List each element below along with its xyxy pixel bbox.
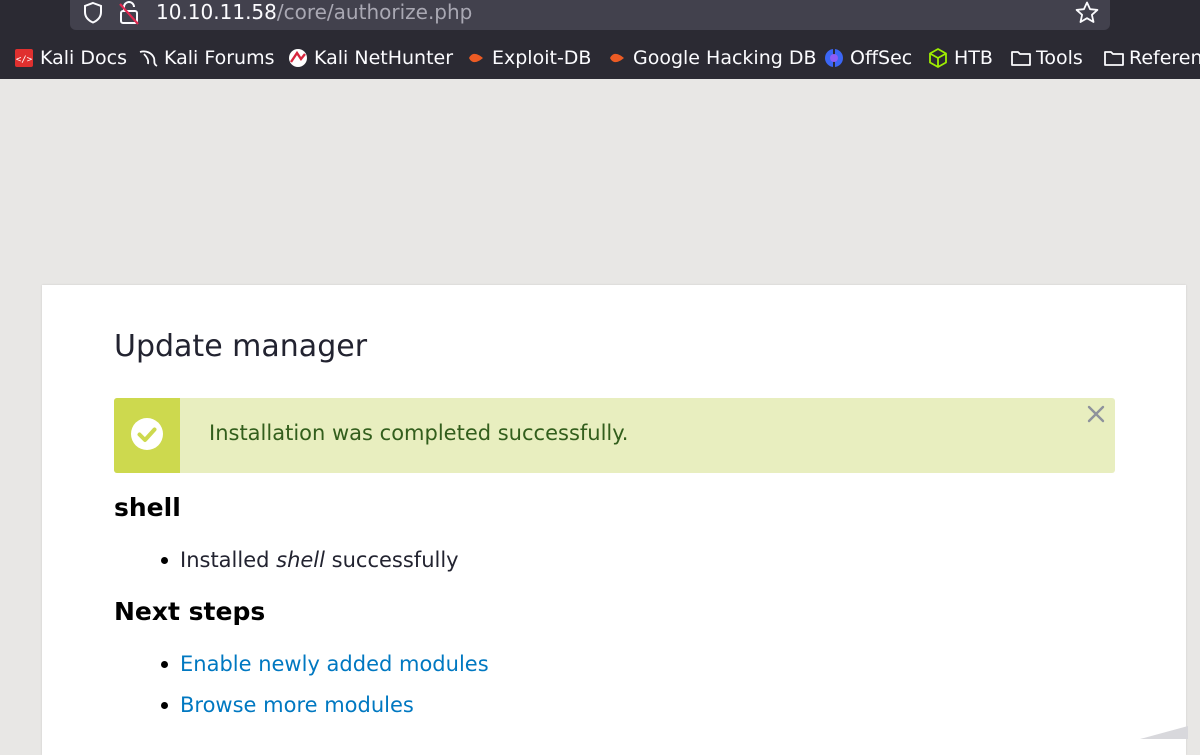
bookmark-google-hacking-db[interactable]: Google Hacking DB	[607, 40, 817, 76]
folder-icon	[1103, 48, 1124, 68]
bookmark-kali-nethunter[interactable]: Kali NetHunter	[288, 40, 453, 76]
status-message-text: Installation was completed successfully.	[209, 421, 629, 445]
url-text[interactable]: 10.10.11.58/core/authorize.php	[156, 0, 472, 25]
bookmark-label: Referen	[1129, 47, 1200, 69]
bookmark-label: Kali Forums	[164, 47, 275, 69]
bookmark-label: Tools	[1036, 47, 1083, 69]
page-title: Update manager	[114, 329, 368, 364]
bookmark-label: Exploit-DB	[492, 47, 592, 69]
bookmark-label: OffSec	[850, 47, 913, 69]
bookmarks-toolbar: </> Kali Docs Kali Forums Kali NetHunter…	[0, 40, 1200, 76]
install-results-list: Installed shell successfully	[114, 546, 459, 587]
status-icon-box	[114, 398, 180, 473]
bookmark-offsec[interactable]: OffSec	[824, 40, 912, 76]
module-heading: shell	[114, 493, 181, 522]
enable-modules-link[interactable]: Enable newly added modules	[180, 652, 489, 676]
address-bar[interactable]: 10.10.11.58/core/authorize.php	[70, 0, 1110, 30]
svg-text:</>: </>	[16, 55, 33, 65]
bookmark-folder-reference[interactable]: Referen	[1103, 40, 1200, 76]
status-message: Installation was completed successfully.	[114, 398, 1115, 473]
next-steps-list: Enable newly added modules Browse more m…	[114, 650, 489, 732]
next-steps-heading: Next steps	[114, 597, 266, 626]
result-prefix: Installed	[180, 548, 277, 572]
browse-modules-link[interactable]: Browse more modules	[180, 693, 414, 717]
tracking-shield-icon[interactable]	[82, 1, 104, 25]
kali-docs-icon: </>	[14, 48, 34, 68]
bookmark-label: Google Hacking DB	[633, 47, 817, 69]
offsec-icon	[824, 48, 844, 68]
bookmark-kali-docs[interactable]: </> Kali Docs	[14, 40, 127, 76]
bookmark-htb[interactable]: HTB	[928, 40, 993, 76]
bookmark-kali-forums[interactable]: Kali Forums	[138, 40, 275, 76]
content-card: Update manager Installation was complete…	[42, 285, 1186, 755]
bookmark-exploit-db[interactable]: Exploit-DB	[466, 40, 591, 76]
exploit-db-icon	[466, 48, 486, 68]
list-item: Browse more modules	[114, 691, 489, 732]
browser-chrome: 10.10.11.58/core/authorize.php </> Kali …	[0, 0, 1200, 79]
bookmark-label: HTB	[954, 47, 993, 69]
bookmark-folder-tools[interactable]: Tools	[1010, 40, 1083, 76]
bookmark-label: Kali NetHunter	[314, 47, 454, 69]
close-icon[interactable]	[1085, 403, 1107, 425]
list-item: Enable newly added modules	[114, 650, 489, 691]
folder-icon	[1010, 48, 1031, 68]
nethunter-icon	[288, 48, 308, 68]
check-circle-icon	[131, 418, 163, 450]
url-path: /core/authorize.php	[276, 0, 473, 24]
url-host: 10.10.11.58	[156, 0, 277, 24]
result-module-name: shell	[276, 548, 325, 572]
result-suffix: successfully	[324, 548, 459, 572]
exploit-db-icon	[607, 48, 627, 68]
bookmark-star-icon[interactable]	[1074, 0, 1100, 26]
bookmark-label: Kali Docs	[40, 47, 127, 69]
page-corner-fold	[1140, 726, 1188, 739]
insecure-lock-icon[interactable]	[118, 0, 140, 26]
htb-cube-icon	[928, 48, 948, 68]
list-item: Installed shell successfully	[114, 546, 459, 587]
kali-dragon-icon	[138, 48, 158, 68]
